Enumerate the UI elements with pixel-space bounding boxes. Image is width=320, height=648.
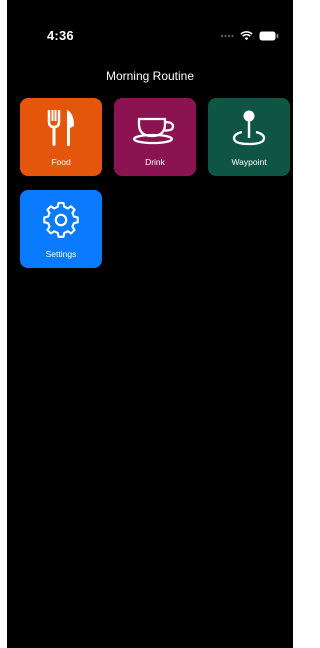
- status-icons: [220, 31, 279, 41]
- settings-tile[interactable]: Settings: [20, 190, 102, 268]
- tile-label-settings: Settings: [45, 249, 77, 259]
- fork-knife-icon: [46, 107, 76, 149]
- food-tile[interactable]: Food: [20, 98, 102, 176]
- map-pin-icon: [231, 107, 267, 149]
- tile-label-drink: Drink: [145, 157, 165, 167]
- drink-tile[interactable]: Drink: [114, 98, 196, 176]
- status-time: 4:36: [47, 28, 74, 43]
- tile-label-waypoint: Waypoint: [231, 157, 267, 167]
- battery-icon: [259, 31, 279, 41]
- cup-saucer-icon: [132, 107, 178, 149]
- tile-label-food: Food: [51, 157, 71, 167]
- wifi-icon: [240, 31, 253, 41]
- page-title: Morning Routine: [105, 69, 195, 83]
- cellular-dots-icon: [220, 34, 234, 38]
- phone-screen: 4:36 Morning Routine Food Drink Waypoint…: [7, 0, 293, 648]
- waypoint-tile[interactable]: Waypoint: [208, 98, 290, 176]
- gear-icon: [42, 199, 80, 241]
- status-bar: 4:36: [7, 28, 293, 48]
